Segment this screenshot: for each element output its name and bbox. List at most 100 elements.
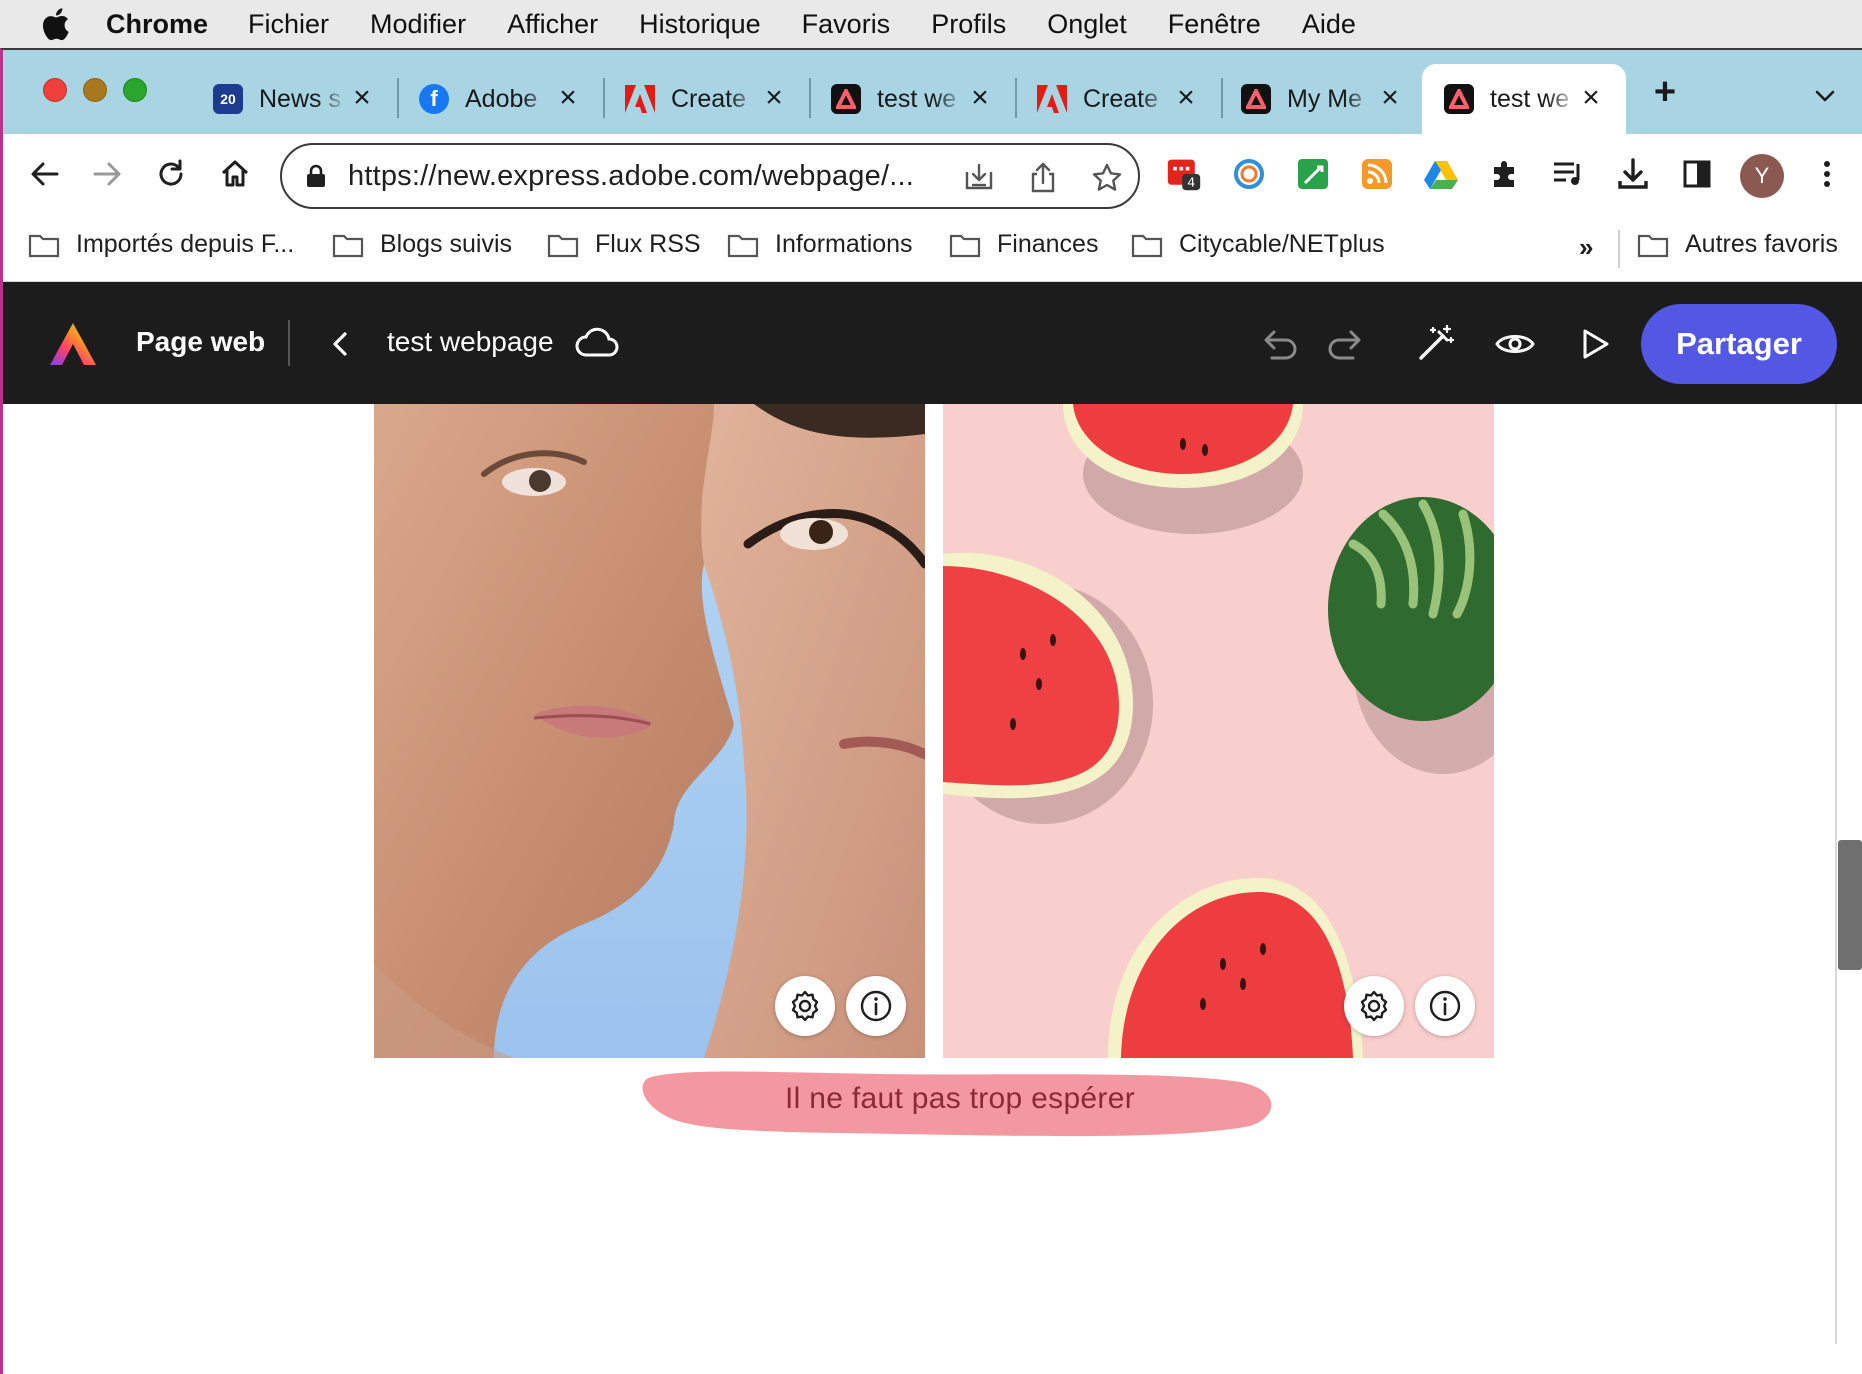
window-close-button[interactable] xyxy=(43,78,67,102)
menu-profils[interactable]: Profils xyxy=(931,9,1006,40)
bookmark-folder[interactable]: Citycable/NETplus xyxy=(1131,230,1385,259)
menu-historique[interactable]: Historique xyxy=(639,9,761,40)
share-button[interactable]: Partager xyxy=(1641,304,1837,384)
chrome-menu-icon[interactable] xyxy=(1809,156,1845,192)
tab-title: My Me xyxy=(1287,84,1362,113)
close-tab-icon[interactable]: × xyxy=(349,83,375,113)
close-tab-icon[interactable]: × xyxy=(761,83,787,113)
browser-tab[interactable]: test we × xyxy=(809,64,1017,134)
browser-tab[interactable]: My Me × xyxy=(1219,64,1425,134)
faces-photo[interactable] xyxy=(374,404,925,1058)
tab-search-chevron-icon[interactable] xyxy=(1813,84,1837,108)
profile-avatar[interactable]: Y xyxy=(1740,154,1784,198)
image-info-button[interactable] xyxy=(846,976,906,1036)
bookmarks-bar: Importés depuis F... Blogs suivis Flux R… xyxy=(3,218,1862,282)
adobe-express-icon xyxy=(831,84,861,114)
gear-icon xyxy=(791,990,819,1022)
adobe-express-logo-icon[interactable] xyxy=(47,320,99,368)
side-panel-icon[interactable] xyxy=(1679,156,1715,192)
menu-afficher[interactable]: Afficher xyxy=(507,9,598,40)
downloads-icon[interactable] xyxy=(1615,156,1651,192)
home-button[interactable] xyxy=(215,154,255,194)
new-tab-button[interactable]: + xyxy=(1645,72,1685,112)
browser-tab[interactable]: f Adobe × xyxy=(397,64,605,134)
close-tab-icon[interactable]: × xyxy=(1377,83,1403,113)
browser-tab[interactable]: Create × xyxy=(1015,64,1223,134)
bookmark-folder[interactable]: Flux RSS xyxy=(547,230,701,259)
close-tab-icon[interactable]: × xyxy=(1578,83,1604,113)
tab-strip: 20 News s × f Adobe × Create × test we ×… xyxy=(3,50,1862,134)
undo-button[interactable] xyxy=(1256,322,1300,366)
forward-button[interactable] xyxy=(87,154,127,194)
folder-icon xyxy=(949,234,981,257)
bookmark-folder[interactable]: Importés depuis F... xyxy=(28,230,294,259)
faces-illustration xyxy=(374,404,925,1058)
calendar-extension-icon[interactable]: 4 xyxy=(1166,156,1202,192)
bookmark-label: Finances xyxy=(997,230,1099,258)
browser-tab-active[interactable]: test we × xyxy=(1422,64,1626,134)
image-settings-button[interactable] xyxy=(1344,976,1404,1036)
image-settings-button[interactable] xyxy=(775,976,835,1036)
back-button[interactable] xyxy=(25,154,65,194)
share-icon[interactable] xyxy=(1024,159,1062,197)
caption-text[interactable]: Il ne faut pas trop espérer xyxy=(640,1082,1280,1116)
bookmark-label: Citycable/NETplus xyxy=(1179,230,1385,258)
scrollbar-thumb[interactable] xyxy=(1838,840,1862,970)
folder-icon xyxy=(727,234,759,257)
header-divider xyxy=(288,320,290,366)
menu-favoris[interactable]: Favoris xyxy=(802,9,891,40)
menu-aide[interactable]: Aide xyxy=(1302,9,1356,40)
install-app-icon[interactable] xyxy=(960,159,998,197)
lock-icon[interactable] xyxy=(306,164,326,188)
close-tab-icon[interactable]: × xyxy=(967,83,993,113)
menu-app-chrome[interactable]: Chrome xyxy=(106,9,208,40)
folder-icon xyxy=(28,234,60,257)
bookmark-star-icon[interactable] xyxy=(1088,159,1126,197)
document-name[interactable]: test webpage xyxy=(387,326,554,358)
address-bar[interactable]: https://new.express.adobe.com/webpage/..… xyxy=(280,143,1140,209)
watermelon-photo[interactable] xyxy=(943,404,1494,1058)
menu-onglet[interactable]: Onglet xyxy=(1047,9,1127,40)
magic-wand-icon[interactable] xyxy=(1413,322,1457,366)
menu-modifier[interactable]: Modifier xyxy=(370,9,466,40)
folder-icon xyxy=(332,234,364,257)
caption-block[interactable]: Il ne faut pas trop espérer xyxy=(640,1060,1280,1144)
redo-button[interactable] xyxy=(1325,322,1369,366)
browser-tab[interactable]: 20 News s × xyxy=(191,64,399,134)
bookmark-folder[interactable]: Finances xyxy=(949,230,1098,259)
window-zoom-button[interactable] xyxy=(123,78,147,102)
bookmark-label: Importés depuis F... xyxy=(76,230,295,258)
menu-fenetre[interactable]: Fenêtre xyxy=(1168,9,1261,40)
bookmarks-overflow-button[interactable]: » xyxy=(1579,232,1593,263)
numbers-extension-icon[interactable] xyxy=(1295,156,1331,192)
adobe-icon xyxy=(1037,84,1067,114)
apple-logo-icon[interactable] xyxy=(40,7,70,41)
bookmark-folder[interactable]: Informations xyxy=(727,230,913,259)
preview-eye-icon[interactable] xyxy=(1493,322,1537,366)
tab-title: test we xyxy=(1490,84,1570,113)
scrollbar-track[interactable] xyxy=(1835,404,1837,1344)
browser-tab[interactable]: Create × xyxy=(603,64,811,134)
extensions-puzzle-icon[interactable] xyxy=(1487,156,1523,192)
window-minimize-button[interactable] xyxy=(83,78,107,102)
tab-title: Adobe xyxy=(465,84,538,113)
menu-fichier[interactable]: Fichier xyxy=(248,9,329,40)
adobe-express-icon xyxy=(1241,84,1271,114)
circle-extension-icon[interactable] xyxy=(1231,156,1267,192)
tab-title: Create xyxy=(1083,84,1159,113)
cloud-sync-icon[interactable] xyxy=(574,324,620,360)
chevron-left-icon[interactable] xyxy=(323,326,359,362)
play-icon[interactable] xyxy=(1573,322,1617,366)
close-tab-icon[interactable]: × xyxy=(1173,83,1199,113)
url-text[interactable]: https://new.express.adobe.com/webpage/..… xyxy=(348,160,914,193)
page-canvas[interactable] xyxy=(3,404,1862,1374)
reload-button[interactable] xyxy=(151,154,191,194)
image-info-button[interactable] xyxy=(1415,976,1475,1036)
media-queue-icon[interactable] xyxy=(1551,156,1587,192)
bookmark-folder[interactable]: Blogs suivis xyxy=(332,230,512,259)
close-tab-icon[interactable]: × xyxy=(555,83,581,113)
other-bookmarks-folder[interactable]: Autres favoris xyxy=(1637,230,1838,259)
google-drive-icon[interactable] xyxy=(1423,156,1459,192)
bookmark-label: Autres favoris xyxy=(1685,230,1838,258)
rss-extension-icon[interactable] xyxy=(1359,156,1395,192)
